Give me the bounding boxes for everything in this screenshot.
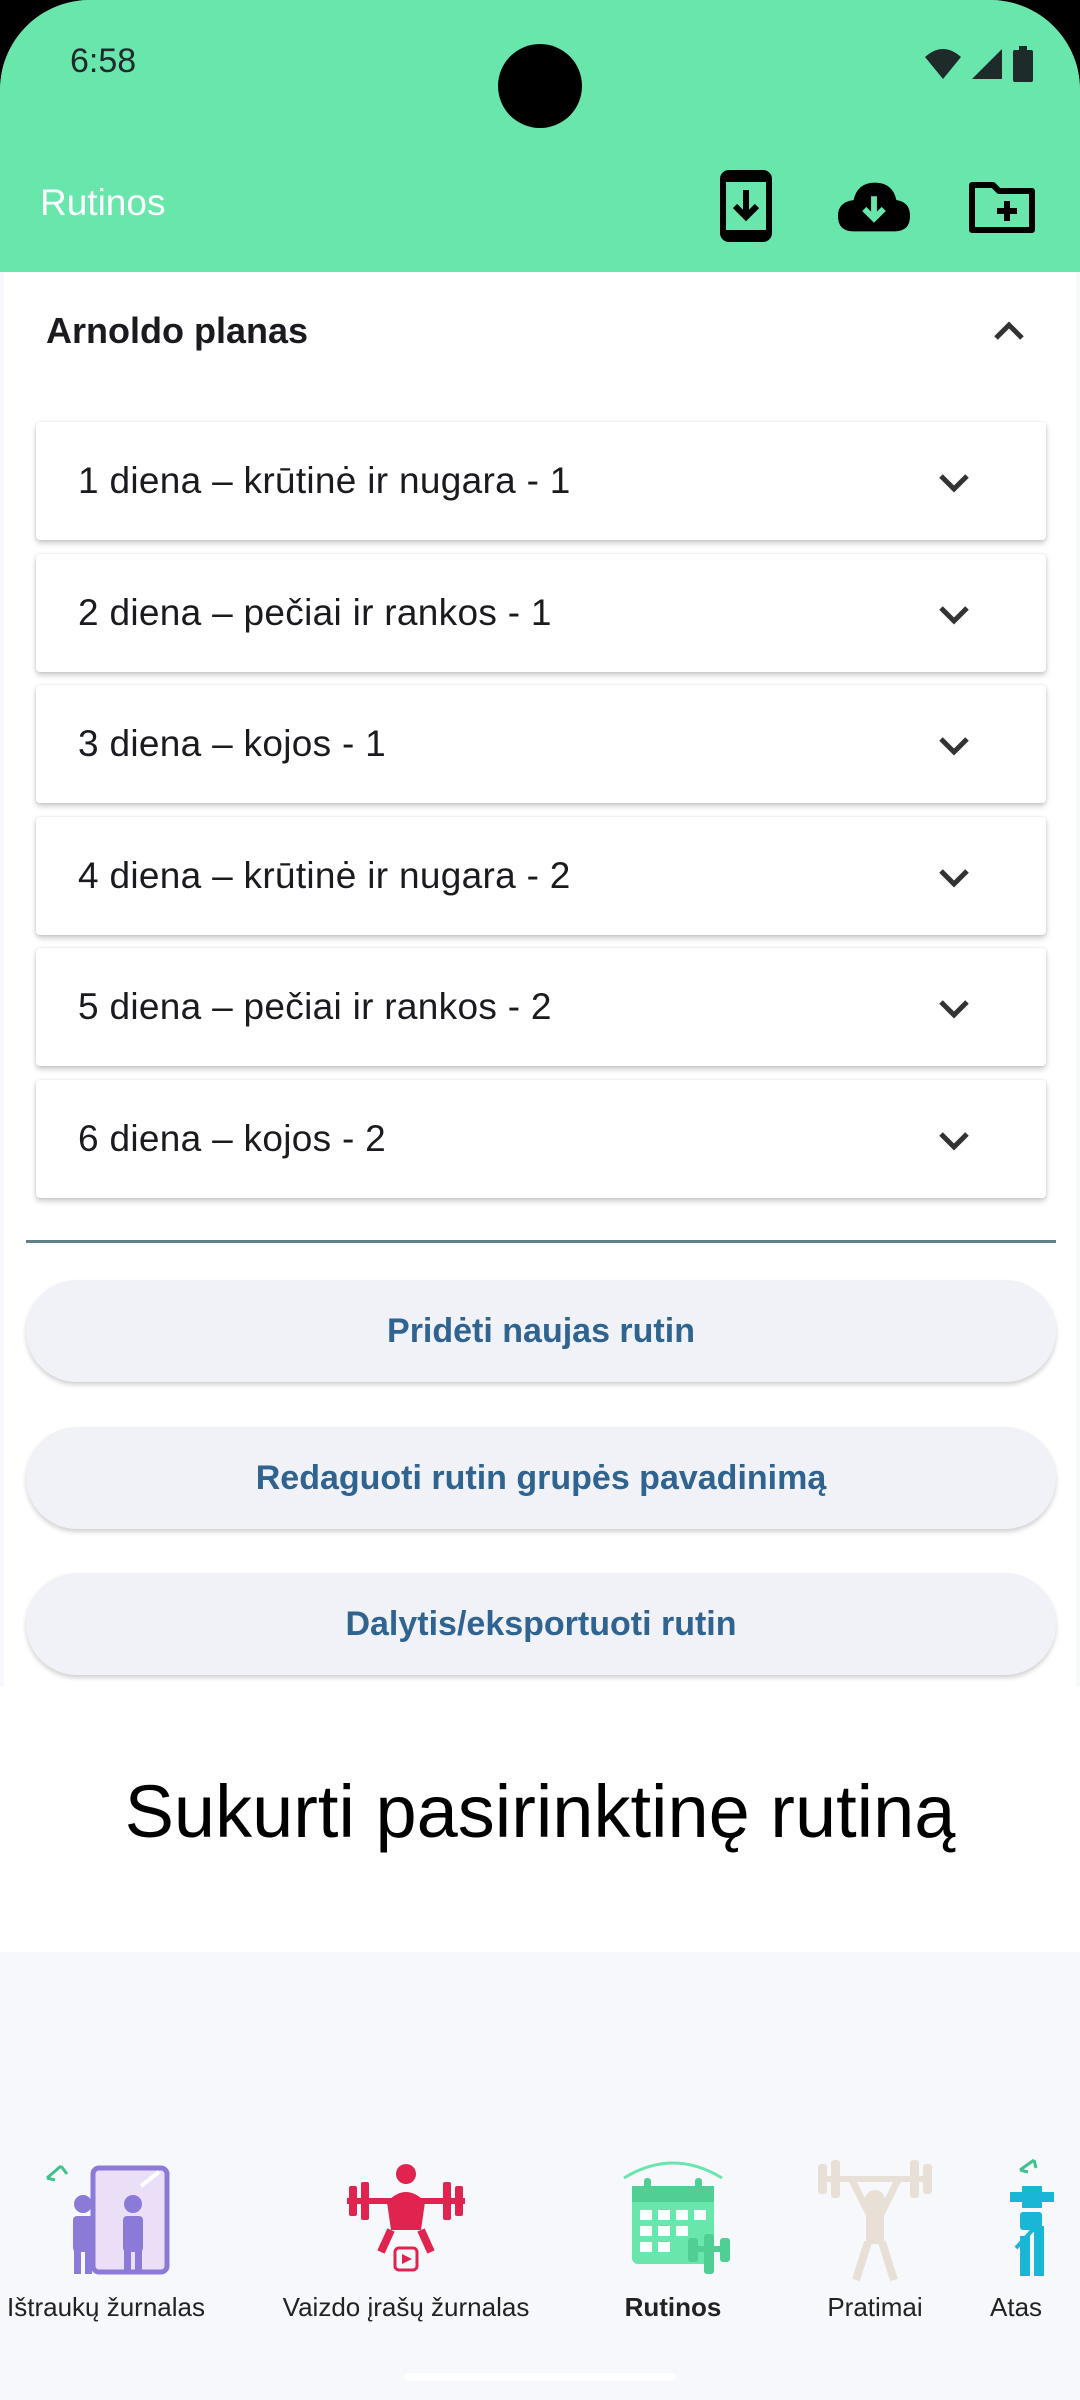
create-custom-routine-title: Sukurti pasirinktinę rutiną bbox=[124, 1770, 956, 1853]
routine-item[interactable]: 5 diena – pečiai ir rankos - 2 bbox=[36, 948, 1046, 1066]
chevron-down-icon[interactable] bbox=[932, 723, 976, 767]
nav-label: Rutinos bbox=[624, 2292, 722, 2322]
routine-group-header[interactable]: Arnoldo planas bbox=[4, 272, 1076, 388]
nav-item-stats[interactable]: Atas bbox=[990, 2148, 1080, 2348]
routine-label: 3 diena – kojos - 1 bbox=[78, 723, 387, 764]
routine-item[interactable]: 4 diena – krūtinė ir nugara - 2 bbox=[36, 817, 1046, 935]
battery-icon bbox=[1013, 46, 1033, 82]
chevron-down-icon[interactable] bbox=[932, 460, 976, 504]
cloud-download-button[interactable] bbox=[836, 168, 912, 244]
nav-item-video-journal[interactable]: Vaizdo įrašų žurnalas bbox=[276, 2148, 536, 2348]
routine-item[interactable]: 3 diena – kojos - 1 bbox=[36, 685, 1046, 803]
nav-item-exercises[interactable]: Pratimai bbox=[745, 2148, 1005, 2348]
wifi-icon bbox=[925, 49, 961, 79]
routine-label: 5 diena – pečiai ir rankos - 2 bbox=[78, 986, 552, 1027]
chevron-down-icon[interactable] bbox=[932, 855, 976, 899]
page-title: Rutinos bbox=[40, 182, 166, 223]
appbar-actions bbox=[708, 168, 1040, 244]
phone-download-icon bbox=[720, 170, 772, 242]
app-bar: 6:58 Rutinos bbox=[0, 0, 1080, 272]
chevron-up-icon[interactable] bbox=[986, 308, 1032, 354]
camera-cutout bbox=[498, 44, 582, 128]
bottom-navigation: Ištraukų žurnalas Vaizdo įrašų žurnalas bbox=[0, 2148, 1080, 2348]
weightlifter-video-icon bbox=[347, 2164, 465, 2272]
status-icons bbox=[924, 46, 1034, 82]
nav-label: Atas bbox=[990, 2292, 1043, 2322]
share-export-button[interactable]: Dalytis/eksportuoti rutin bbox=[26, 1573, 1056, 1675]
chevron-down-icon[interactable] bbox=[932, 592, 976, 636]
cloud-download-icon bbox=[837, 182, 911, 232]
folder-add-icon bbox=[969, 182, 1035, 233]
routines-panel: Arnoldo planas 1 diena – krūtinė ir nuga… bbox=[4, 272, 1076, 1687]
barbell-figure-icon bbox=[818, 2160, 932, 2282]
progress-journal-icon bbox=[46, 2164, 170, 2275]
new-folder-button[interactable] bbox=[964, 168, 1040, 244]
add-routine-button[interactable]: Pridėti naujas rutin bbox=[26, 1280, 1056, 1382]
nav-label: Vaizdo įrašų žurnalas bbox=[282, 2292, 530, 2322]
rename-group-button[interactable]: Redaguoti rutin grupės pavadinimą bbox=[26, 1427, 1056, 1529]
routine-item[interactable]: 1 diena – krūtinė ir nugara - 1 bbox=[36, 422, 1046, 540]
app-screen: 6:58 Rutinos Arnoldo planas 1 diena – kr… bbox=[0, 0, 1080, 2400]
home-indicator[interactable] bbox=[404, 2373, 676, 2381]
routine-label: 2 diena – pečiai ir rankos - 1 bbox=[78, 592, 552, 633]
stats-icon bbox=[1010, 2158, 1054, 2276]
create-custom-routine-panel[interactable]: Sukurti pasirinktinę rutiną bbox=[0, 1687, 1080, 1952]
routine-label: 1 diena – krūtinė ir nugara - 1 bbox=[78, 460, 571, 501]
routine-group-title: Arnoldo planas bbox=[46, 310, 309, 351]
nav-item-progress-journal[interactable]: Ištraukų žurnalas bbox=[0, 2148, 236, 2348]
routine-label: 6 diena – kojos - 2 bbox=[78, 1118, 387, 1159]
routine-item[interactable]: 2 diena – pečiai ir rankos - 1 bbox=[36, 554, 1046, 672]
status-time: 6:58 bbox=[70, 42, 137, 80]
signal-icon bbox=[972, 49, 1002, 79]
routine-item[interactable]: 6 diena – kojos - 2 bbox=[36, 1080, 1046, 1198]
routine-label: 4 diena – krūtinė ir nugara - 2 bbox=[78, 855, 571, 896]
nav-label: Pratimai bbox=[827, 2292, 923, 2322]
import-from-device-button[interactable] bbox=[708, 168, 784, 244]
chevron-down-icon[interactable] bbox=[932, 986, 976, 1030]
nav-label: Ištraukų žurnalas bbox=[7, 2292, 205, 2322]
chevron-down-icon[interactable] bbox=[932, 1118, 976, 1162]
calendar-dumbbell-icon bbox=[623, 2161, 730, 2274]
section-divider bbox=[26, 1240, 1056, 1243]
